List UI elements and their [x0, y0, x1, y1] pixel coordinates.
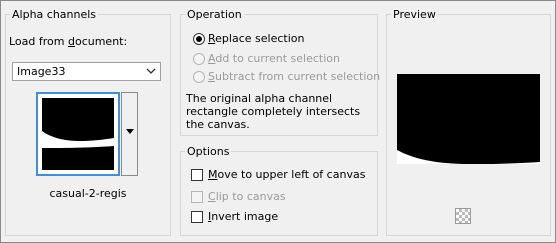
- checkbox-box: [191, 169, 203, 181]
- preview-title: Preview: [393, 8, 436, 21]
- operation-title: Operation: [187, 8, 242, 21]
- checkbox-box: [191, 191, 203, 203]
- document-dropdown-value: Image33: [17, 65, 66, 78]
- alpha-mask-preview: [397, 74, 540, 164]
- invert-image-label: Invert image: [208, 210, 279, 223]
- chevron-down-icon: [146, 68, 156, 74]
- replace-selection-label: Replace selection: [208, 32, 305, 45]
- add-to-selection-label: Add to current selection: [208, 52, 340, 65]
- channel-thumbnail[interactable]: [36, 92, 120, 176]
- checkbox-box: [191, 211, 203, 223]
- load-from-document-label: Load from document:: [9, 35, 128, 48]
- alpha-mask-thumbnail: [42, 98, 114, 170]
- channel-thumbnail-image: [42, 98, 114, 170]
- subtract-from-selection-label: Subtract from current selection: [208, 70, 381, 83]
- options-title: Options: [187, 145, 230, 158]
- transparency-toggle-icon[interactable]: [455, 208, 471, 224]
- radio-disabled-icon: [193, 53, 205, 65]
- channel-name-label: casual-2-regis: [49, 187, 127, 200]
- dropdown-arrow-icon: [126, 129, 134, 134]
- document-dropdown[interactable]: Image33: [12, 62, 161, 81]
- channel-picker-button[interactable]: [121, 92, 138, 176]
- move-to-upper-left-label: Move to upper left of canvas: [208, 168, 366, 181]
- radio-disabled-icon: [193, 71, 205, 83]
- preview-image: [397, 74, 540, 164]
- radio-selected-icon: [193, 33, 205, 45]
- clip-to-canvas-label: Clip to canvas: [208, 190, 286, 203]
- operation-description: The original alpha channel rectangle com…: [186, 92, 361, 131]
- alpha-channels-title: Alpha channels: [12, 8, 97, 21]
